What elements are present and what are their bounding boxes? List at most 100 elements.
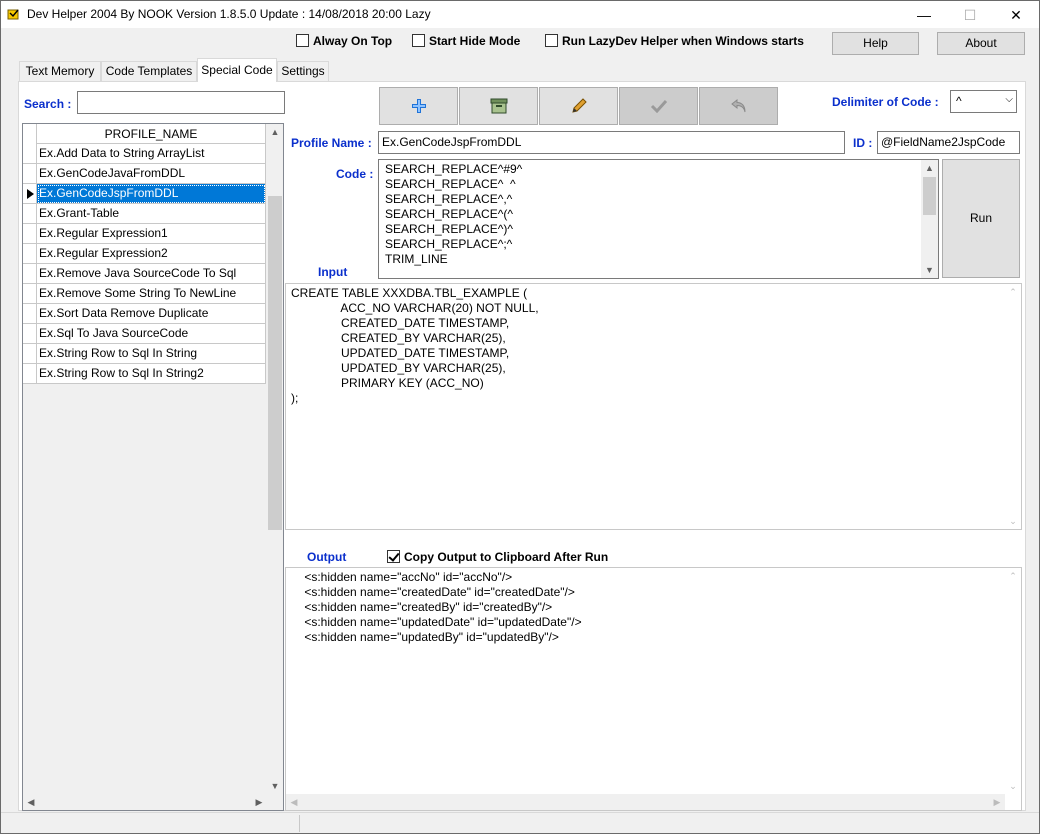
profile-name-cell[interactable]: Ex.GenCodeJspFromDDL [37, 184, 266, 204]
edit-profile-button[interactable] [539, 87, 618, 125]
grid-header-profile-name[interactable]: PROFILE_NAME [37, 124, 266, 144]
input-scroll-down-icon[interactable]: ⌄ [1005, 513, 1021, 529]
run-on-start-label: Run LazyDev Helper when Windows starts [562, 34, 804, 48]
search-input[interactable] [77, 91, 285, 114]
code-scroll-thumb[interactable] [923, 177, 936, 215]
profile-name-cell[interactable]: Ex.Remove Some String To NewLine [37, 284, 266, 304]
delimiter-select[interactable]: ^ ⌵ [950, 90, 1017, 113]
code-scrollbar[interactable]: ▲ ▼ [921, 160, 938, 278]
output-text: <s:hidden name="accNo" id="accNo"/> <s:h… [304, 570, 582, 644]
row-header[interactable] [23, 264, 37, 284]
status-bar [1, 812, 1039, 833]
check-icon [620, 88, 697, 124]
start-hide-mode-option[interactable]: Start Hide Mode [412, 34, 520, 48]
output-scrollbar[interactable]: ⌃ ⌄ [1005, 568, 1021, 794]
grid-horizontal-scrollbar[interactable]: ◀ ▶ [23, 794, 267, 810]
row-header[interactable] [23, 224, 37, 244]
grid-header: PROFILE_NAME [23, 124, 266, 144]
tab-text-memory[interactable]: Text Memory [19, 61, 101, 81]
profile-name-cell[interactable]: Ex.Sort Data Remove Duplicate [37, 304, 266, 324]
save-profile-button[interactable] [619, 87, 698, 125]
tab-code-templates[interactable]: Code Templates [101, 61, 197, 81]
output-scroll-down-icon[interactable]: ⌄ [1005, 778, 1021, 794]
code-scroll-down-icon[interactable]: ▼ [921, 262, 938, 278]
row-header[interactable] [23, 244, 37, 264]
row-header[interactable] [23, 184, 37, 204]
row-header[interactable] [23, 144, 37, 164]
always-on-top-option[interactable]: Alway On Top [296, 34, 392, 48]
undo-profile-button[interactable] [699, 87, 778, 125]
input-textarea[interactable]: CREATE TABLE XXXDBA.TBL_EXAMPLE ( ACC_NO… [285, 283, 1022, 530]
profile-name-cell[interactable]: Ex.GenCodeJavaFromDDL [37, 164, 266, 184]
row-header[interactable] [23, 204, 37, 224]
copy-output-option[interactable]: Copy Output to Clipboard After Run [387, 550, 608, 564]
scroll-right-icon[interactable]: ▶ [251, 794, 267, 810]
profile-name-cell[interactable]: Ex.Regular Expression2 [37, 244, 266, 264]
row-header[interactable] [23, 324, 37, 344]
close-button[interactable]: ✕ [993, 1, 1039, 29]
table-row[interactable]: Ex.GenCodeJavaFromDDL [23, 164, 266, 184]
profile-name-cell[interactable]: Ex.Add Data to String ArrayList [37, 144, 266, 164]
undo-icon [700, 88, 777, 124]
table-row[interactable]: Ex.Regular Expression2 [23, 244, 266, 264]
row-header[interactable] [23, 164, 37, 184]
table-row[interactable]: Ex.GenCodeJspFromDDL [23, 184, 266, 204]
table-row[interactable]: Ex.Grant-Table [23, 204, 266, 224]
grid-vertical-scrollbar[interactable]: ▲ ▼ [267, 124, 283, 794]
delimiter-value: ^ [956, 94, 962, 108]
table-row[interactable]: Ex.String Row to Sql In String2 [23, 364, 266, 384]
run-button[interactable]: Run [942, 159, 1020, 278]
row-header[interactable] [23, 304, 37, 324]
table-row[interactable]: Ex.String Row to Sql In String [23, 344, 266, 364]
scroll-down-icon[interactable]: ▼ [267, 778, 283, 794]
input-scroll-up-icon[interactable]: ⌃ [1005, 284, 1021, 300]
profile-name-cell[interactable]: Ex.Remove Java SourceCode To Sql [37, 264, 266, 284]
help-button[interactable]: Help [832, 32, 919, 55]
profile-name-cell[interactable]: Ex.Grant-Table [37, 204, 266, 224]
title-bar: Dev Helper 2004 By NOOK Version 1.8.5.0 … [0, 0, 1040, 28]
minimize-button[interactable]: — [901, 1, 947, 29]
output-scroll-up-icon[interactable]: ⌃ [1005, 568, 1021, 584]
code-textarea[interactable]: SEARCH_REPLACE^#9^ SEARCH_REPLACE^ ^ SEA… [378, 159, 939, 279]
maximize-button[interactable]: ☐ [947, 1, 993, 29]
profile-name-cell[interactable]: Ex.Regular Expression1 [37, 224, 266, 244]
table-row[interactable]: Ex.Sql To Java SourceCode [23, 324, 266, 344]
output-textarea[interactable]: <s:hidden name="accNo" id="accNo"/> <s:h… [285, 567, 1022, 811]
profile-name-input[interactable]: Ex.GenCodeJspFromDDL [378, 131, 845, 154]
archive-profile-button[interactable] [459, 87, 538, 125]
profile-name-cell[interactable]: Ex.String Row to Sql In String [37, 344, 266, 364]
start-hide-mode-checkbox[interactable] [412, 34, 425, 47]
always-on-top-checkbox[interactable] [296, 34, 309, 47]
output-horizontal-scrollbar[interactable]: ◀ ▶ [286, 794, 1005, 810]
scroll-left-icon[interactable]: ◀ [23, 794, 39, 810]
id-input[interactable]: @FieldName2JspCode [877, 131, 1020, 154]
add-profile-button[interactable] [379, 87, 458, 125]
about-button[interactable]: About [937, 32, 1025, 55]
row-header[interactable] [23, 284, 37, 304]
tab-special-code[interactable]: Special Code [197, 58, 277, 82]
code-scroll-up-icon[interactable]: ▲ [921, 160, 938, 176]
run-on-start-checkbox[interactable] [545, 34, 558, 47]
profile-name-label: Profile Name : [291, 136, 372, 150]
always-on-top-label: Alway On Top [313, 34, 393, 48]
output-scroll-right-icon[interactable]: ▶ [989, 794, 1005, 810]
table-row[interactable]: Ex.Add Data to String ArrayList [23, 144, 266, 164]
copy-output-checkbox[interactable] [387, 550, 400, 563]
start-hide-mode-label: Start Hide Mode [429, 34, 521, 48]
pencil-icon [540, 88, 617, 124]
profile-name-cell[interactable]: Ex.Sql To Java SourceCode [37, 324, 266, 344]
row-header[interactable] [23, 364, 37, 384]
table-row[interactable]: Ex.Regular Expression1 [23, 224, 266, 244]
run-on-start-option[interactable]: Run LazyDev Helper when Windows starts [545, 34, 804, 48]
scroll-up-icon[interactable]: ▲ [267, 124, 283, 140]
window-title: Dev Helper 2004 By NOOK Version 1.8.5.0 … [27, 7, 431, 21]
table-row[interactable]: Ex.Remove Some String To NewLine [23, 284, 266, 304]
profile-name-cell[interactable]: Ex.String Row to Sql In String2 [37, 364, 266, 384]
table-row[interactable]: Ex.Remove Java SourceCode To Sql [23, 264, 266, 284]
grid-scroll-thumb[interactable] [268, 196, 282, 530]
table-row[interactable]: Ex.Sort Data Remove Duplicate [23, 304, 266, 324]
output-scroll-left-icon[interactable]: ◀ [286, 794, 302, 810]
input-scrollbar[interactable]: ⌃ ⌄ [1005, 284, 1021, 529]
tab-settings[interactable]: Settings [277, 61, 329, 81]
row-header[interactable] [23, 344, 37, 364]
